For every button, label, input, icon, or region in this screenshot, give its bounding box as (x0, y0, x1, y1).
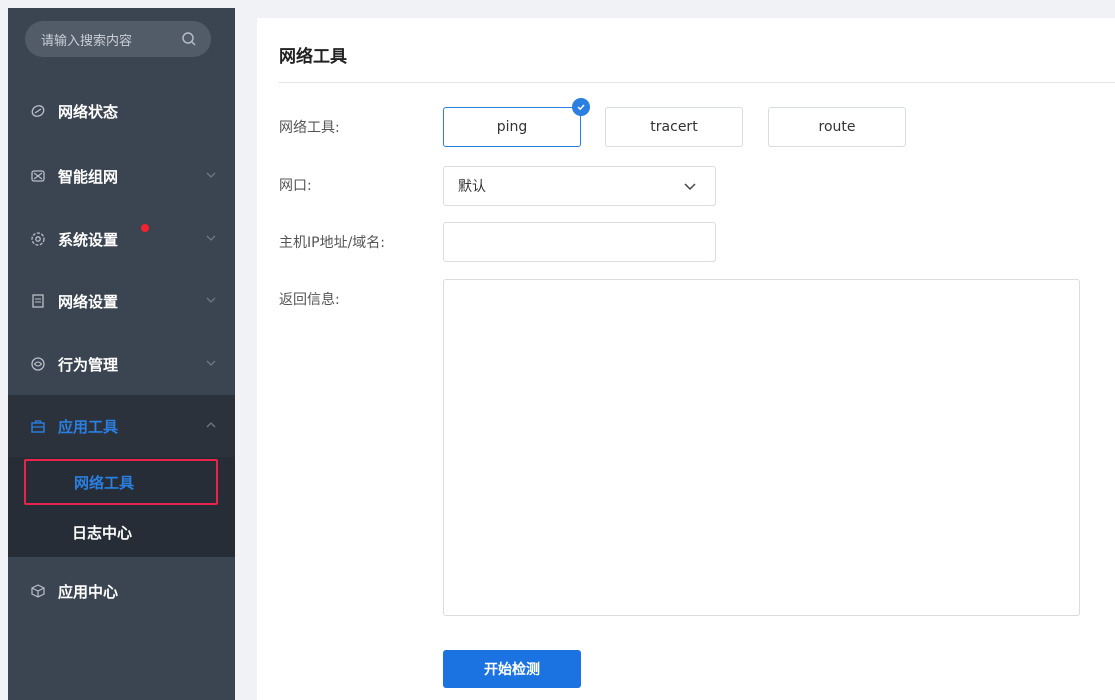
sidebar: 请输入搜索内容 网络状态 智能组网 系统设置 网络设置 行为管理 应用工具 网络… (8, 8, 235, 700)
sidebar-item-label: 应用中心 (58, 582, 119, 601)
submenu-item-network-tools[interactable]: 网络工具 (24, 459, 218, 505)
check-icon (572, 98, 590, 116)
search-icon[interactable] (181, 31, 197, 47)
sidebar-item-label: 应用工具 (58, 417, 119, 436)
sidebar-item-smart-network[interactable]: 智能组网 (8, 145, 235, 207)
tool-label: 网络工具: (279, 120, 340, 136)
page-title: 网络工具 (279, 47, 347, 67)
tracert-button[interactable]: tracert (605, 107, 743, 147)
route-button-label: route (818, 119, 856, 135)
ping-button-label: ping (496, 119, 528, 135)
sidebar-item-label: 系统设置 (58, 230, 119, 249)
sidebar-item-label: 网络设置 (58, 292, 119, 311)
document-icon (30, 293, 46, 309)
submenu-item-log-center[interactable]: 日志中心 (24, 509, 218, 555)
chevron-down-icon (206, 297, 216, 303)
sidebar-item-network-status[interactable]: 网络状态 (8, 80, 235, 142)
interface-label: 网口: (279, 178, 312, 194)
sidebar-item-label: 行为管理 (58, 355, 119, 374)
app-tools-submenu: 网络工具 日志中心 (8, 457, 235, 557)
result-textarea[interactable] (443, 279, 1080, 616)
sidebar-item-system-settings[interactable]: 系统设置 (8, 208, 235, 270)
sidebar-item-network-settings[interactable]: 网络设置 (8, 270, 235, 332)
submenu-item-label: 网络工具 (74, 473, 135, 492)
route-button[interactable]: route (768, 107, 906, 147)
chevron-down-icon (206, 235, 216, 241)
main-panel: 网络工具 网络工具: ping tracert route 网口: 默认 主机I… (257, 18, 1115, 700)
host-input[interactable] (443, 222, 716, 262)
host-label: 主机IP地址/域名: (279, 235, 386, 251)
network-status-icon (30, 103, 46, 119)
chevron-down-icon (206, 360, 216, 366)
start-detect-button[interactable]: 开始检测 (443, 650, 581, 688)
sidebar-item-app-center[interactable]: 应用中心 (8, 560, 235, 622)
notification-dot (141, 224, 149, 232)
search-box[interactable]: 请输入搜索内容 (25, 21, 211, 57)
chevron-down-icon (684, 183, 696, 191)
interface-select-value: 默认 (458, 179, 486, 195)
submenu-item-label: 日志中心 (72, 523, 133, 542)
gear-icon (30, 231, 46, 247)
cube-icon (30, 583, 46, 599)
sidebar-item-label: 网络状态 (58, 102, 119, 121)
behavior-icon (30, 356, 46, 372)
sidebar-item-app-tools[interactable]: 应用工具 (8, 395, 235, 457)
toolbox-icon (30, 418, 46, 434)
chevron-up-icon (206, 422, 216, 428)
tracert-button-label: tracert (650, 119, 698, 135)
title-divider (279, 82, 1115, 83)
sidebar-item-label: 智能组网 (58, 167, 119, 186)
chevron-down-icon (206, 172, 216, 178)
search-input[interactable]: 请输入搜索内容 (41, 30, 132, 49)
sidebar-item-behavior-management[interactable]: 行为管理 (8, 333, 235, 395)
ping-button[interactable]: ping (443, 98, 590, 147)
result-label: 返回信息: (279, 292, 340, 308)
smart-network-icon (30, 168, 46, 184)
interface-select[interactable]: 默认 (443, 166, 716, 206)
